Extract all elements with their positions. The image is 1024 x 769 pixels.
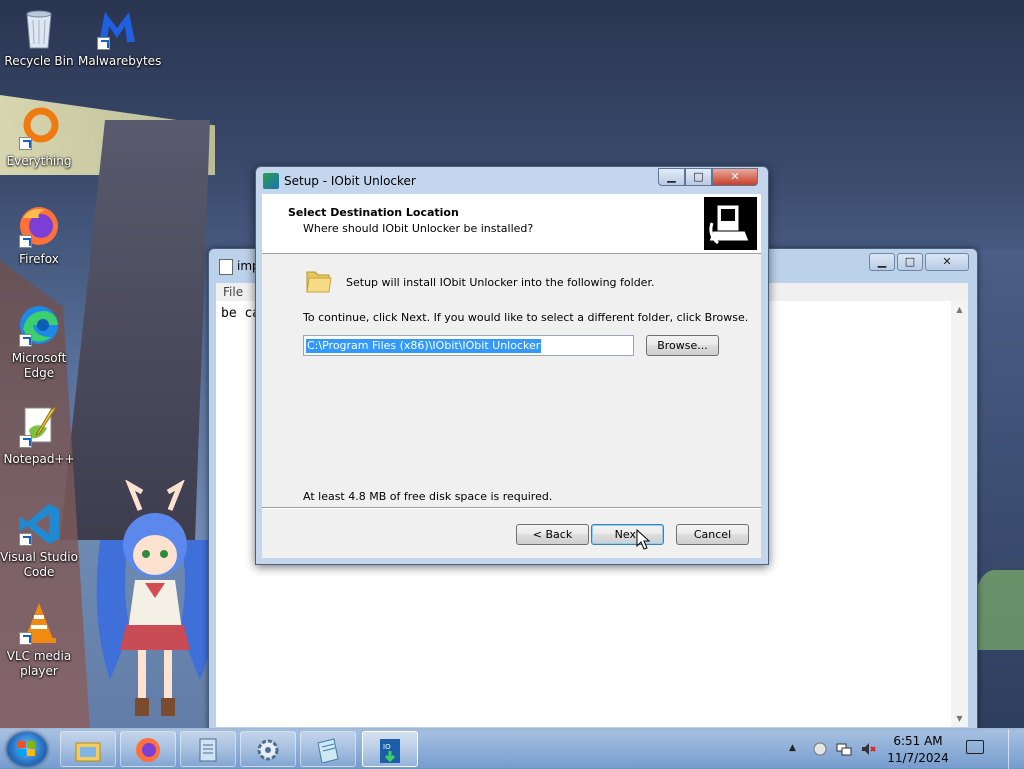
edge-icon: [17, 303, 61, 347]
disk-space-requirement: At least 4.8 MB of free disk space is re…: [303, 490, 553, 503]
mouse-cursor-icon: [636, 529, 650, 550]
wizard-page-title: Select Destination Location: [288, 206, 459, 219]
network-icon[interactable]: [836, 741, 852, 757]
continue-instructions: To continue, click Next. If you would li…: [303, 311, 749, 324]
action-center-icon[interactable]: [966, 740, 984, 754]
desktop-icon-vscode[interactable]: Visual Studio Code: [0, 502, 78, 580]
wallpaper-pillar: [60, 120, 210, 540]
taskbar: IO ▲ 6:51 AM 11/7/2024: [0, 728, 1024, 769]
desktop-icon-label: Recycle Bin: [4, 54, 74, 68]
notepad-document-icon: [219, 259, 233, 275]
taskbar-settings[interactable]: [240, 731, 296, 767]
vlc-icon: [17, 601, 61, 645]
everything-search-icon: [17, 106, 61, 150]
next-button[interactable]: Next: [591, 524, 664, 545]
notepad-icon: [199, 738, 217, 762]
setup-window-title: Setup - IObit Unlocker: [284, 174, 416, 188]
notepad-vertical-scrollbar[interactable]: ▲ ▼: [951, 301, 968, 727]
desktop-icon-notepadpp[interactable]: Notepad++: [0, 404, 78, 467]
destination-path-value: C:\Program Files (x86)\IObit\IObit Unloc…: [306, 339, 542, 353]
desktop-icon-firefox[interactable]: Firefox: [0, 204, 78, 267]
minimize-button[interactable]: ▁: [658, 168, 685, 186]
desktop-icon-recycle-bin[interactable]: Recycle Bin: [0, 6, 78, 69]
shortcut-arrow-icon: [19, 533, 32, 546]
desktop-icon-label: Microsoft Edge: [11, 351, 67, 380]
show-desktop-button[interactable]: [1008, 729, 1024, 769]
setup-app-icon: [263, 173, 279, 189]
notepad-maximize-button[interactable]: □: [897, 253, 923, 271]
file-explorer-icon: [75, 742, 101, 762]
shortcut-arrow-icon: [19, 632, 32, 645]
close-button[interactable]: ✕: [712, 168, 758, 186]
destination-path-input[interactable]: C:\Program Files (x86)\IObit\IObit Unloc…: [303, 335, 634, 356]
desktop-icon-label: Everything: [6, 154, 72, 168]
taskbar-notepad[interactable]: [180, 731, 236, 767]
firefox-icon: [17, 204, 61, 248]
taskbar-firefox[interactable]: [120, 731, 176, 767]
vscode-icon: [17, 502, 61, 546]
taskbar-file-explorer[interactable]: [60, 731, 116, 767]
desktop-icon-malwarebytes[interactable]: Malwarebytes: [78, 6, 162, 69]
windows-logo-icon: [18, 741, 36, 757]
wizard-page-subtitle: Where should IObit Unlocker be installed…: [303, 222, 534, 235]
notepad-minimize-button[interactable]: ▁: [869, 253, 895, 271]
svg-text:IO: IO: [383, 743, 391, 751]
desktop-icon-edge[interactable]: Microsoft Edge: [0, 303, 78, 381]
desktop-icon-everything[interactable]: Everything: [0, 106, 78, 169]
notepadpp-icon: [17, 404, 61, 448]
scroll-up-arrow-icon[interactable]: ▲: [951, 301, 968, 318]
desktop-icon-label: Firefox: [19, 252, 59, 266]
iobit-setup-icon: IO: [380, 739, 400, 763]
desktop-icon-label: Notepad++: [3, 452, 75, 466]
menu-file[interactable]: File: [223, 285, 243, 299]
notepad-close-button[interactable]: ✕: [925, 253, 969, 271]
tray-app-icon[interactable]: [812, 741, 828, 757]
desktop-icon-vlc[interactable]: VLC media player: [0, 601, 78, 679]
shortcut-arrow-icon: [19, 435, 32, 448]
malwarebytes-icon: [95, 6, 139, 50]
start-button[interactable]: [7, 732, 47, 766]
wallpaper-grass: [975, 570, 1024, 650]
browse-button[interactable]: Browse...: [646, 335, 719, 356]
wizard-header: Select Destination Location Where should…: [262, 194, 761, 254]
setup-dialog[interactable]: Setup - IObit Unlocker ▁ □ ✕ Select Dest…: [255, 166, 769, 565]
shortcut-arrow-icon: [97, 37, 110, 50]
installer-computer-icon: [704, 197, 757, 250]
maximize-button[interactable]: □: [685, 168, 712, 186]
folder-icon: [305, 266, 333, 294]
taskbar-iobit-setup[interactable]: IO: [362, 731, 418, 767]
firefox-icon: [136, 738, 160, 762]
desktop-icon-label: Malwarebytes: [78, 54, 162, 68]
desktop-icon-label: VLC media player: [6, 649, 72, 678]
setup-client-area: Select Destination Location Where should…: [262, 194, 761, 558]
scroll-down-arrow-icon[interactable]: ▼: [951, 710, 968, 727]
notepad-document-icon: [317, 738, 339, 763]
shortcut-arrow-icon: [19, 235, 32, 248]
shortcut-arrow-icon: [19, 137, 32, 150]
install-folder-message: Setup will install IObit Unlocker into t…: [346, 276, 655, 289]
desktop-icon-label: Visual Studio Code: [0, 550, 78, 579]
clock-time[interactable]: 6:51 AM: [884, 734, 952, 748]
back-button[interactable]: < Back: [516, 524, 589, 545]
settings-icon: [257, 739, 279, 761]
clock-date[interactable]: 11/7/2024: [884, 751, 952, 765]
show-hidden-icons-button[interactable]: ▲: [789, 743, 796, 753]
recycle-bin-icon: [17, 6, 61, 50]
taskbar-notepad-document[interactable]: [300, 731, 356, 767]
cancel-button[interactable]: Cancel: [676, 524, 749, 545]
volume-muted-icon[interactable]: [860, 741, 876, 757]
button-area-divider: [262, 507, 761, 509]
shortcut-arrow-icon: [19, 334, 32, 347]
